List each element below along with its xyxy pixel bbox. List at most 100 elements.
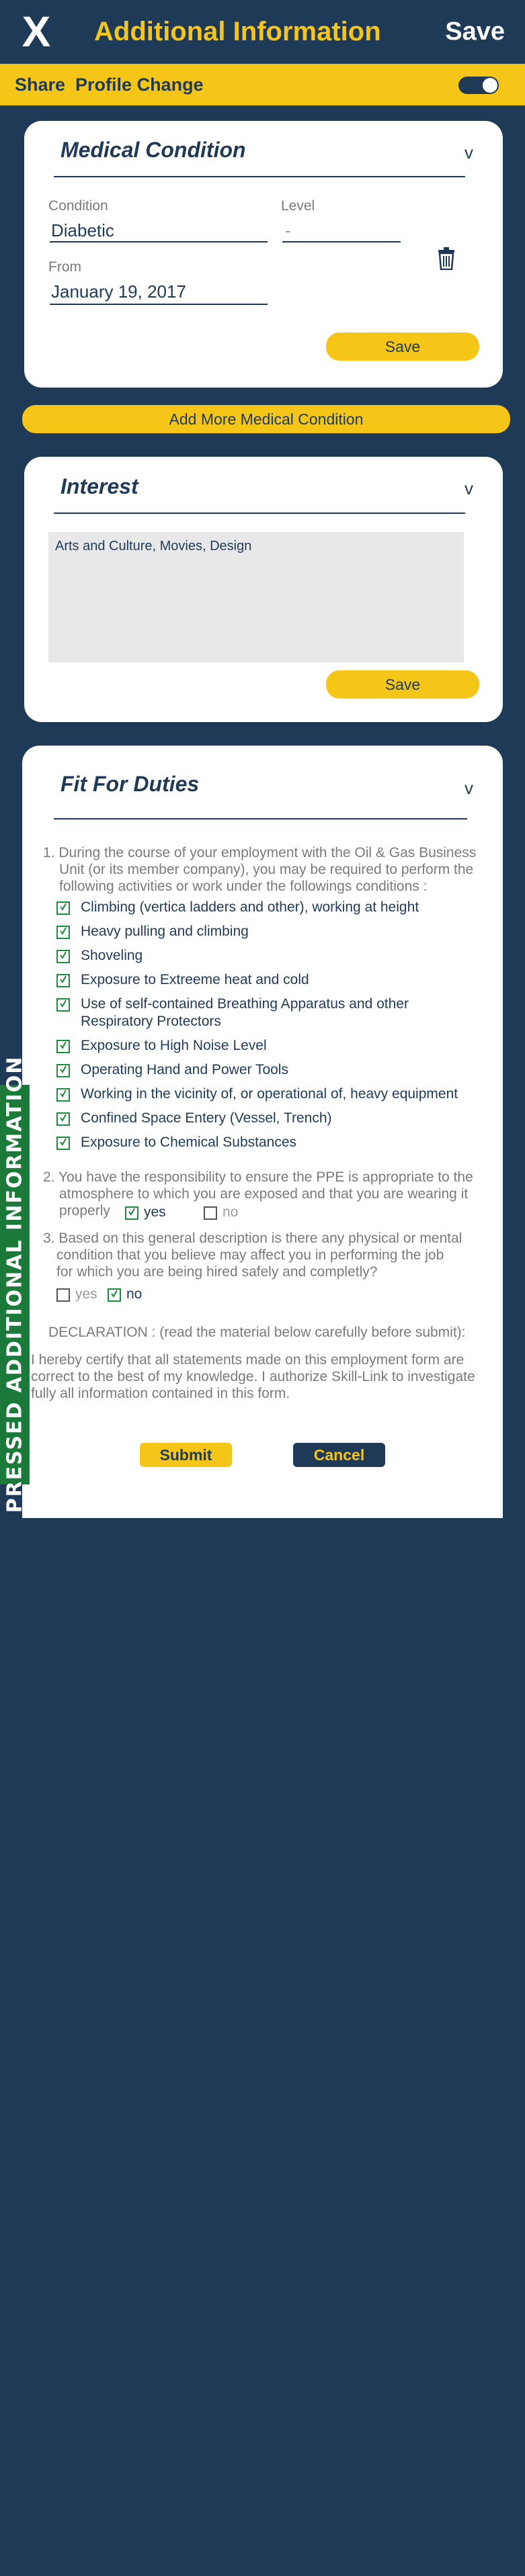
page-title: Additional Information <box>94 17 381 46</box>
activity-item[interactable]: Climbing (vertica ladders and other), wo… <box>56 899 487 919</box>
from-underline <box>50 304 268 305</box>
share-profile-label: Share Profile Change <box>15 75 204 95</box>
question-1: 1. During the course of your employment … <box>43 844 500 895</box>
share-profile-bar: Share Profile Change <box>0 64 525 105</box>
checkbox-unchecked[interactable] <box>204 1206 217 1220</box>
question-3-line: for which you are being hired safely and… <box>56 1264 378 1280</box>
interest-title-divider <box>54 513 465 514</box>
declaration-line: I hereby certify that all statements mad… <box>31 1352 465 1368</box>
condition-field[interactable]: Diabetic <box>51 219 266 242</box>
checkbox-checked[interactable] <box>108 1288 121 1302</box>
checkbox-checked[interactable] <box>56 901 70 915</box>
activity-label-line: Use of self-contained Breathing Apparatu… <box>81 996 409 1012</box>
activity-label-line: Climbing (vertica ladders and other), wo… <box>81 899 419 915</box>
chevron-down-icon[interactable]: v <box>465 778 473 798</box>
toggle-knob <box>483 78 497 93</box>
fit-title-divider <box>54 818 467 819</box>
checkbox-checked[interactable] <box>56 1064 70 1077</box>
declaration-line: correct to the best of my knowledge. I a… <box>31 1369 475 1384</box>
activity-label: Heavy pulling and climbing <box>81 923 249 940</box>
top-bar: X Additional Information Save <box>0 0 525 64</box>
activity-label-line: Respiratory Protectors <box>81 1014 221 1029</box>
activity-item[interactable]: Working in the vicinity of, or operation… <box>56 1085 487 1106</box>
medical-title-divider <box>54 176 465 177</box>
activity-label-line: Exposure to Extreeme heat and cold <box>81 972 309 987</box>
activity-item[interactable]: Confined Space Entery (Vessel, Trench) <box>56 1110 487 1130</box>
checkbox-checked[interactable] <box>56 1137 70 1150</box>
chevron-down-icon[interactable]: v <box>465 142 473 163</box>
q2-no-label: no <box>223 1204 239 1220</box>
activity-item[interactable]: Exposure to High Noise Level <box>56 1037 487 1057</box>
close-icon[interactable]: X <box>16 8 56 55</box>
activity-label: Exposure to High Noise Level <box>81 1037 267 1055</box>
activity-label-line: Exposure to High Noise Level <box>81 1038 267 1053</box>
declaration-title: DECLARATION : (read the material below c… <box>48 1325 466 1340</box>
question-1-line: Unit (or its member company), you may be… <box>59 862 474 877</box>
q2-yes-label: yes <box>144 1204 166 1220</box>
level-field[interactable]: - <box>285 219 399 242</box>
activity-item[interactable]: Shoveling <box>56 947 487 967</box>
checkbox-checked[interactable] <box>56 1088 70 1102</box>
activity-label-line: Operating Hand and Power Tools <box>81 1062 288 1077</box>
question-3: 3. Based on this general description is … <box>43 1230 507 1280</box>
chevron-down-icon[interactable]: v <box>465 478 473 498</box>
header-save-button[interactable]: Save <box>445 15 505 48</box>
question-2-line: properly <box>59 1203 110 1218</box>
level-underline <box>282 241 401 242</box>
question-2-line: 2. You have the responsibility to ensure… <box>43 1169 473 1185</box>
interest-save-button[interactable]: Save <box>326 670 479 699</box>
activity-item[interactable]: Exposure to Chemical Substances <box>56 1134 487 1154</box>
checkbox-checked[interactable] <box>125 1206 138 1220</box>
medical-condition-title: Medical Condition <box>60 138 246 162</box>
condition-underline <box>50 241 268 242</box>
declaration-text: I hereby certify that all statements mad… <box>31 1351 501 1402</box>
side-tag: PRESSED ADDITIONAL INFORMATION <box>0 1056 30 1513</box>
activity-label: Working in the vicinity of, or operation… <box>81 1085 458 1103</box>
q3-yes-label: yes <box>75 1286 97 1302</box>
checkbox-unchecked[interactable] <box>56 1288 70 1302</box>
checkbox-checked[interactable] <box>56 1112 70 1126</box>
cancel-button[interactable]: Cancel <box>293 1443 385 1467</box>
question-2: 2. You have the responsibility to ensure… <box>43 1169 507 1219</box>
side-tag-label: PRESSED ADDITIONAL INFORMATION <box>3 1055 27 1513</box>
activity-label-line: Confined Space Entery (Vessel, Trench) <box>81 1110 332 1126</box>
share-profile-toggle[interactable] <box>458 77 499 94</box>
activity-item[interactable]: Exposure to Extreeme heat and cold <box>56 971 487 991</box>
from-label: From <box>48 259 81 275</box>
declaration-line: fully all information contained in this … <box>31 1386 290 1401</box>
activity-label: Use of self-contained Breathing Apparatu… <box>81 995 409 1030</box>
medical-save-button[interactable]: Save <box>326 332 479 361</box>
activity-label: Exposure to Extreeme heat and cold <box>81 971 309 989</box>
fit-for-duties-title: Fit For Duties <box>60 772 200 796</box>
checkbox-checked[interactable] <box>56 950 70 963</box>
activity-item[interactable]: Operating Hand and Power Tools <box>56 1061 487 1081</box>
activity-label-line: Shoveling <box>81 948 143 963</box>
activity-label: Exposure to Chemical Substances <box>81 1134 296 1151</box>
question-1-line: following activities or work under the f… <box>59 879 428 894</box>
from-date-field[interactable]: January 19, 2017 <box>51 280 266 303</box>
level-label: Level <box>281 198 315 214</box>
activity-label-line: Heavy pulling and climbing <box>81 924 249 939</box>
interest-title: Interest <box>60 474 138 498</box>
checkbox-checked[interactable] <box>56 998 70 1012</box>
checkbox-checked[interactable] <box>56 974 70 987</box>
activity-label-line: Working in the vicinity of, or operation… <box>81 1086 458 1102</box>
question-3-line: condition that you believe may affect yo… <box>56 1247 444 1263</box>
activity-label: Operating Hand and Power Tools <box>81 1061 288 1079</box>
activity-label: Climbing (vertica ladders and other), wo… <box>81 899 419 916</box>
question-1-line: 1. During the course of your employment … <box>43 845 477 860</box>
activity-label: Confined Space Entery (Vessel, Trench) <box>81 1110 332 1127</box>
activity-item[interactable]: Heavy pulling and climbing <box>56 923 487 943</box>
trash-icon[interactable] <box>437 247 456 271</box>
submit-button[interactable]: Submit <box>140 1443 232 1467</box>
question-2-line: atmosphere to which you are exposed and … <box>59 1186 469 1202</box>
checkbox-checked[interactable] <box>56 1040 70 1053</box>
activity-item[interactable]: Use of self-contained Breathing Apparatu… <box>56 995 487 1029</box>
question-3-line: 3. Based on this general description is … <box>43 1231 462 1246</box>
condition-label: Condition <box>48 198 108 214</box>
activity-label-line: Exposure to Chemical Substances <box>81 1135 296 1150</box>
interest-textarea[interactable]: Arts and Culture, Movies, Design <box>48 532 464 662</box>
q3-no-label: no <box>126 1286 143 1302</box>
checkbox-checked[interactable] <box>56 926 70 939</box>
add-medical-condition-button[interactable]: Add More Medical Condition <box>22 405 510 433</box>
